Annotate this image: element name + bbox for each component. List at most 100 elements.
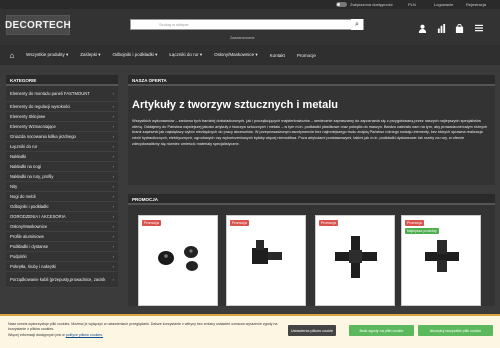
chevron-right-icon: ›: [112, 277, 114, 282]
compare-chart-icon[interactable]: [435, 22, 447, 34]
rubber-feet-icon: [158, 246, 198, 271]
sidebar-item-label: Nakładki: [10, 154, 27, 159]
chevron-right-icon: ›: [112, 104, 114, 109]
cookie-policy-link[interactable]: polityce plików cookies.: [66, 333, 103, 337]
cookie-consent-banner: Nasz serwis wykorzystuje pliki cookies. …: [0, 314, 500, 348]
chevron-right-icon: ›: [112, 144, 114, 149]
search-input[interactable]: Szukaj w sklepie: [131, 22, 351, 27]
sidebar-item[interactable]: Nakładki ›: [6, 152, 118, 162]
sidebar-item-label: Gniazda nocowania kółka jezdnego: [10, 134, 76, 139]
sidebar-item[interactable]: Porządkowanie kabli (przepusty,prowadnic…: [6, 272, 118, 288]
cookie-message: Nasz serwis wykorzystuje pliki cookies. …: [8, 322, 278, 338]
chevron-right-icon: ›: [112, 164, 114, 169]
logo-text: DECORTECH: [4, 19, 72, 31]
sidebar-item-label: Profile aluminiowe: [10, 234, 44, 239]
chevron-right-icon: ›: [112, 244, 114, 249]
sidebar-item-label: Podkładki i dystanse: [10, 244, 49, 249]
nav-item-caps[interactable]: Zaślepki ▾: [74, 52, 106, 58]
chevron-right-icon: ›: [112, 204, 114, 209]
chevron-right-icon: ›: [112, 234, 114, 239]
t-connector-icon: [425, 240, 459, 272]
sidebar-item[interactable]: Elementy do montażu paneli FASTMOUNT ›: [6, 86, 118, 102]
corner-connector-icon: [252, 240, 282, 264]
accessibility-toggle[interactable]: Zwiększona dostępność: [336, 2, 393, 7]
sidebar-item[interactable]: Pokrętła, śruby i nakrętki ›: [6, 262, 118, 272]
chevron-right-icon: ›: [112, 224, 114, 229]
menu-icon[interactable]: [473, 22, 485, 34]
cookie-text: Nasz serwis wykorzystuje pliki cookies. …: [8, 322, 278, 332]
sidebar-item-label: Nogi do mebli: [10, 194, 36, 199]
user-icon[interactable]: [416, 22, 428, 34]
sidebar-item[interactable]: Elementy Sklejowe ›: [6, 112, 118, 122]
product-card[interactable]: Promocja: [315, 215, 395, 306]
sidebar-item[interactable]: Profile aluminiowe ›: [6, 232, 118, 242]
sidebar-item-label: Elementy do montażu paneli FASTMOUNT: [10, 91, 90, 96]
sidebar-title: KATEGORIE: [6, 75, 118, 86]
sidebar-item-label: Nakładki na rury, profily: [10, 174, 54, 179]
product-card[interactable]: Promocja Najlepsza produkty: [401, 215, 481, 306]
sidebar-item-label: Elementy do regulacji wysokości: [10, 104, 71, 109]
nav-item-promotions[interactable]: Promocje: [291, 53, 322, 58]
product-card[interactable]: Promocja: [138, 215, 218, 306]
sidebar-item[interactable]: Elementy Wzmacniające ›: [6, 122, 118, 132]
bestseller-badge: Najlepsza produkty: [405, 228, 439, 234]
cookie-settings-button[interactable]: Ustawienia plików cookie: [288, 325, 336, 336]
offer-section-label: NASZA OFERTA: [128, 75, 495, 86]
sidebar-item-label: Pokrętła, śruby i nakrętki: [10, 264, 56, 269]
chevron-right-icon: ›: [112, 154, 114, 159]
sidebar-item[interactable]: Nity ›: [6, 182, 118, 192]
search-button[interactable]: ⌕: [351, 19, 363, 30]
chevron-right-icon: ›: [112, 91, 114, 96]
sidebar-item[interactable]: OGRODZENIA I AKCESORIA ›: [6, 212, 118, 222]
sidebar-item-label: Łączniki do rur: [10, 144, 38, 149]
cookie-reject-button[interactable]: Brak zgody na pliki cookie: [349, 325, 414, 336]
promo-badge: Promocja: [405, 220, 424, 226]
chevron-right-icon: ›: [112, 194, 114, 199]
offer-description: Wszystkich wykonawców – zarówno tych bar…: [132, 119, 488, 146]
sidebar-item[interactable]: Podpórki ›: [6, 252, 118, 262]
nav-item-contact[interactable]: Kontakt: [264, 53, 291, 58]
promo-badge: Promocja: [142, 220, 161, 226]
chevron-right-icon: ›: [112, 184, 114, 189]
nav-item-all-products[interactable]: Wszystkie produkty ▾: [20, 52, 74, 58]
sidebar-item[interactable]: Odbojniki i podkładki ›: [6, 202, 118, 212]
advanced-search-link[interactable]: Zaawansowane: [230, 36, 255, 40]
cross-connector-icon: [335, 236, 377, 278]
cart-bag-icon[interactable]: [453, 22, 465, 34]
toggle-switch-icon[interactable]: [336, 2, 347, 7]
sidebar-item[interactable]: Nakładki na rury, profily ›: [6, 172, 118, 182]
search-box: Szukaj w sklepie ⌕: [130, 19, 364, 30]
login-link[interactable]: Logowanie: [434, 2, 453, 7]
nav-item-covers[interactable]: Osłony/Maskownice ▾: [208, 52, 264, 58]
chevron-right-icon: ›: [112, 214, 114, 219]
cookie-more-info: Więcej informacji dostępnych jest w: [8, 332, 66, 337]
sidebar-item[interactable]: Łączniki do rur ›: [6, 142, 118, 152]
nav-item-bumpers[interactable]: Odbojniki i podkładki ▾: [107, 52, 164, 58]
search-icon: ⌕: [355, 20, 359, 28]
sidebar-item-label: OGRODZENIA I AKCESORIA: [10, 214, 66, 219]
sidebar-item-label: Podpórki: [10, 254, 27, 259]
promo-badge: Promocja: [230, 220, 249, 226]
accessibility-label: Zwiększona dostępność: [350, 2, 393, 7]
cookie-accept-button[interactable]: Akceptuj wszystkie pliki cookie: [418, 325, 493, 336]
chevron-right-icon: ›: [112, 134, 114, 139]
sidebar-item[interactable]: Podkładki i dystanse ›: [6, 242, 118, 252]
chevron-right-icon: ›: [112, 124, 114, 129]
sidebar-item-label: Odbojniki i podkładki: [10, 204, 49, 209]
product-card[interactable]: Promocja: [226, 215, 306, 306]
top-utility-bar: Zwiększona dostępność PLN Logowanie Reje…: [0, 0, 500, 9]
sidebar-item[interactable]: Osłony/Maskownice ›: [6, 222, 118, 232]
promotion-section-label: PROMOCJA: [128, 194, 495, 205]
nav-item-pipe-connectors[interactable]: Łączniki do rur ▾: [163, 52, 208, 58]
sidebar-item[interactable]: Elementy do regulacji wysokości ›: [6, 102, 118, 112]
store-logo[interactable]: DECORTECH: [4, 15, 72, 35]
sidebar-item[interactable]: Gniazda nocowania kółka jezdnego ›: [6, 132, 118, 142]
sidebar-item-label: Nakładki na nogi: [10, 164, 41, 169]
sidebar-item[interactable]: Nakładki na nogi ›: [6, 162, 118, 172]
currency-select[interactable]: PLN: [408, 2, 416, 7]
sidebar-item[interactable]: Nogi do mebli ›: [6, 192, 118, 202]
register-link[interactable]: Rejestracja: [466, 2, 486, 7]
offer-heading: Artykuły z tworzyw sztucznych i metalu: [132, 99, 338, 111]
home-icon[interactable]: ⌂: [4, 51, 20, 60]
sidebar-item-label: Osłony/Maskownice: [10, 224, 48, 229]
